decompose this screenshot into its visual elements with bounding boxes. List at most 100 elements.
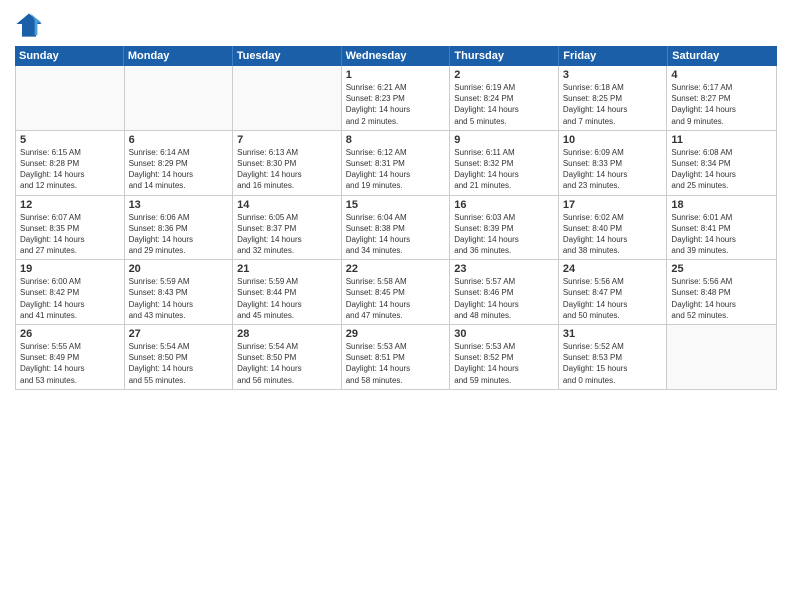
- cal-header-thursday: Thursday: [450, 46, 559, 66]
- cell-line3: Daylight: 14 hours: [129, 363, 229, 374]
- page: SundayMondayTuesdayWednesdayThursdayFrid…: [0, 0, 792, 612]
- cell-line2: Sunset: 8:38 PM: [346, 223, 446, 234]
- cell-line1: Sunrise: 6:14 AM: [129, 147, 229, 158]
- day-number: 10: [563, 134, 663, 146]
- day-number: 23: [454, 263, 554, 275]
- day-number: 4: [671, 69, 772, 81]
- cell-line2: Sunset: 8:37 PM: [237, 223, 337, 234]
- cell-line4: and 21 minutes.: [454, 180, 554, 191]
- day-number: 7: [237, 134, 337, 146]
- cell-line2: Sunset: 8:32 PM: [454, 158, 554, 169]
- cell-line2: Sunset: 8:40 PM: [563, 223, 663, 234]
- cell-line2: Sunset: 8:42 PM: [20, 287, 120, 298]
- day-number: 12: [20, 199, 120, 211]
- cell-line1: Sunrise: 5:55 AM: [20, 341, 120, 352]
- cell-line1: Sunrise: 6:05 AM: [237, 212, 337, 223]
- cell-line2: Sunset: 8:49 PM: [20, 352, 120, 363]
- day-number: 26: [20, 328, 120, 340]
- cell-line2: Sunset: 8:36 PM: [129, 223, 229, 234]
- day-number: 17: [563, 199, 663, 211]
- day-number: 6: [129, 134, 229, 146]
- cal-cell: 18Sunrise: 6:01 AMSunset: 8:41 PMDayligh…: [667, 196, 776, 260]
- cal-cell: 3Sunrise: 6:18 AMSunset: 8:25 PMDaylight…: [559, 66, 668, 130]
- cell-line3: Daylight: 14 hours: [20, 299, 120, 310]
- cal-cell: [667, 325, 776, 389]
- cell-line1: Sunrise: 5:54 AM: [237, 341, 337, 352]
- day-number: 25: [671, 263, 772, 275]
- cal-cell: 31Sunrise: 5:52 AMSunset: 8:53 PMDayligh…: [559, 325, 668, 389]
- cell-line1: Sunrise: 5:56 AM: [563, 276, 663, 287]
- day-number: 29: [346, 328, 446, 340]
- cell-line2: Sunset: 8:39 PM: [454, 223, 554, 234]
- cell-line1: Sunrise: 6:15 AM: [20, 147, 120, 158]
- cell-line2: Sunset: 8:43 PM: [129, 287, 229, 298]
- cell-line1: Sunrise: 5:59 AM: [129, 276, 229, 287]
- cell-line3: Daylight: 14 hours: [671, 169, 772, 180]
- cell-line4: and 23 minutes.: [563, 180, 663, 191]
- day-number: 19: [20, 263, 120, 275]
- cal-cell: 5Sunrise: 6:15 AMSunset: 8:28 PMDaylight…: [16, 131, 125, 195]
- cell-line1: Sunrise: 5:56 AM: [671, 276, 772, 287]
- cal-cell: 15Sunrise: 6:04 AMSunset: 8:38 PMDayligh…: [342, 196, 451, 260]
- cal-cell: 16Sunrise: 6:03 AMSunset: 8:39 PMDayligh…: [450, 196, 559, 260]
- cal-cell: 10Sunrise: 6:09 AMSunset: 8:33 PMDayligh…: [559, 131, 668, 195]
- cell-line2: Sunset: 8:44 PM: [237, 287, 337, 298]
- cell-line4: and 41 minutes.: [20, 310, 120, 321]
- cell-line1: Sunrise: 6:07 AM: [20, 212, 120, 223]
- cell-line2: Sunset: 8:35 PM: [20, 223, 120, 234]
- day-number: 24: [563, 263, 663, 275]
- cell-line1: Sunrise: 6:03 AM: [454, 212, 554, 223]
- cell-line4: and 56 minutes.: [237, 375, 337, 386]
- cell-line4: and 45 minutes.: [237, 310, 337, 321]
- cell-line4: and 59 minutes.: [454, 375, 554, 386]
- cell-line3: Daylight: 14 hours: [671, 104, 772, 115]
- cal-cell: 21Sunrise: 5:59 AMSunset: 8:44 PMDayligh…: [233, 260, 342, 324]
- cal-cell: 8Sunrise: 6:12 AMSunset: 8:31 PMDaylight…: [342, 131, 451, 195]
- cal-week-3: 12Sunrise: 6:07 AMSunset: 8:35 PMDayligh…: [16, 196, 776, 261]
- cell-line1: Sunrise: 5:53 AM: [454, 341, 554, 352]
- cal-cell: [16, 66, 125, 130]
- cell-line2: Sunset: 8:48 PM: [671, 287, 772, 298]
- cal-cell: 29Sunrise: 5:53 AMSunset: 8:51 PMDayligh…: [342, 325, 451, 389]
- cell-line1: Sunrise: 6:17 AM: [671, 82, 772, 93]
- cell-line3: Daylight: 14 hours: [20, 234, 120, 245]
- cell-line4: and 25 minutes.: [671, 180, 772, 191]
- cell-line1: Sunrise: 6:19 AM: [454, 82, 554, 93]
- cell-line4: and 0 minutes.: [563, 375, 663, 386]
- cell-line4: and 2 minutes.: [346, 116, 446, 127]
- cell-line3: Daylight: 14 hours: [129, 299, 229, 310]
- day-number: 5: [20, 134, 120, 146]
- day-number: 9: [454, 134, 554, 146]
- cell-line1: Sunrise: 6:18 AM: [563, 82, 663, 93]
- day-number: 3: [563, 69, 663, 81]
- cell-line1: Sunrise: 6:02 AM: [563, 212, 663, 223]
- cell-line1: Sunrise: 5:57 AM: [454, 276, 554, 287]
- day-number: 16: [454, 199, 554, 211]
- day-number: 15: [346, 199, 446, 211]
- cal-cell: 19Sunrise: 6:00 AMSunset: 8:42 PMDayligh…: [16, 260, 125, 324]
- cal-header-friday: Friday: [559, 46, 668, 66]
- cell-line3: Daylight: 14 hours: [346, 299, 446, 310]
- logo: [15, 10, 47, 38]
- cell-line4: and 58 minutes.: [346, 375, 446, 386]
- cell-line2: Sunset: 8:33 PM: [563, 158, 663, 169]
- cell-line1: Sunrise: 6:11 AM: [454, 147, 554, 158]
- cal-week-2: 5Sunrise: 6:15 AMSunset: 8:28 PMDaylight…: [16, 131, 776, 196]
- cell-line3: Daylight: 15 hours: [563, 363, 663, 374]
- day-number: 22: [346, 263, 446, 275]
- cell-line4: and 34 minutes.: [346, 245, 446, 256]
- cal-cell: 30Sunrise: 5:53 AMSunset: 8:52 PMDayligh…: [450, 325, 559, 389]
- cell-line2: Sunset: 8:50 PM: [237, 352, 337, 363]
- calendar: SundayMondayTuesdayWednesdayThursdayFrid…: [15, 46, 777, 602]
- cal-cell: [125, 66, 234, 130]
- cell-line4: and 9 minutes.: [671, 116, 772, 127]
- cell-line3: Daylight: 14 hours: [563, 234, 663, 245]
- day-number: 21: [237, 263, 337, 275]
- cal-cell: 13Sunrise: 6:06 AMSunset: 8:36 PMDayligh…: [125, 196, 234, 260]
- cell-line4: and 39 minutes.: [671, 245, 772, 256]
- cal-cell: 12Sunrise: 6:07 AMSunset: 8:35 PMDayligh…: [16, 196, 125, 260]
- cell-line3: Daylight: 14 hours: [454, 169, 554, 180]
- cell-line4: and 29 minutes.: [129, 245, 229, 256]
- cell-line2: Sunset: 8:41 PM: [671, 223, 772, 234]
- cell-line4: and 36 minutes.: [454, 245, 554, 256]
